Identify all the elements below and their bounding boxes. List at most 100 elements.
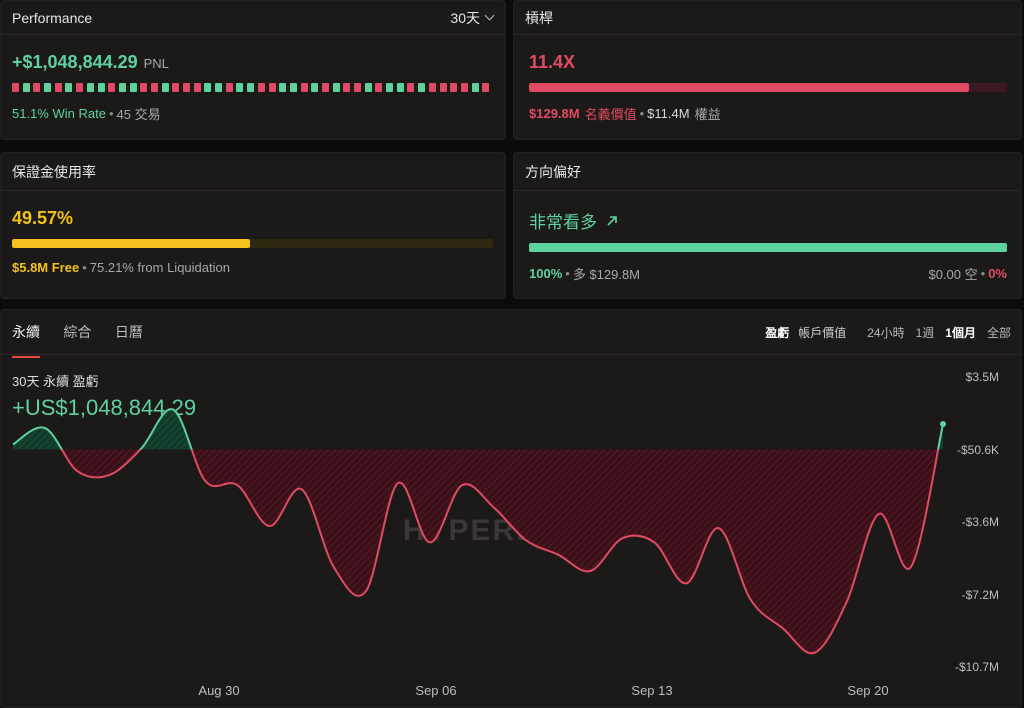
trade-win-square xyxy=(44,83,52,92)
trade-loss-square xyxy=(354,83,361,92)
trade-loss-square xyxy=(172,83,180,92)
trade-loss-square xyxy=(268,83,276,92)
leverage-value: 11.4X xyxy=(529,52,576,72)
trade-win-square xyxy=(118,83,126,92)
trade-loss-square xyxy=(183,83,190,92)
pnl-area xyxy=(12,408,946,655)
last-point-marker xyxy=(940,420,946,427)
trade-loss-square xyxy=(12,83,19,92)
profit-area xyxy=(13,409,943,450)
margin-bar xyxy=(12,239,493,248)
trade-win-square xyxy=(22,83,30,92)
trade-win-square xyxy=(215,83,223,92)
tabs-divider xyxy=(1,354,1021,355)
pnl-unit: PNL xyxy=(143,56,169,71)
trade-loss-square xyxy=(460,83,468,92)
trade-loss-square xyxy=(193,83,201,92)
trade-loss-square xyxy=(439,83,447,92)
y-tick-label: -$50.6K xyxy=(956,442,999,457)
trade-win-square xyxy=(97,83,105,92)
trade-loss-square xyxy=(450,83,458,92)
x-tick-label: Aug 30 xyxy=(198,683,240,698)
margin-card: 保證金使用率 49.57% $5.8M Free • 75.21% from L… xyxy=(0,152,506,299)
free-margin: $5.8M Free xyxy=(12,260,80,275)
trade-win-square xyxy=(161,83,169,92)
trade-count: 45 交易 xyxy=(116,107,161,122)
tab-calendar[interactable]: 日曆 xyxy=(115,322,143,356)
leverage-bar xyxy=(529,83,1007,92)
trade-loss-square xyxy=(54,83,62,92)
period-dropdown[interactable]: 30天 xyxy=(450,8,495,28)
long-percent: 100% xyxy=(529,266,563,281)
separator-dot: • xyxy=(639,106,645,121)
x-tick-label: Sep 06 xyxy=(415,683,457,698)
leverage-header: 槓桿 xyxy=(514,1,1021,35)
win-rate: 51.1% Win Rate xyxy=(12,106,106,121)
trade-win-square xyxy=(289,83,297,92)
margin-usage-value: 49.57% xyxy=(12,208,74,228)
pnl-chart: HYPERDASH xyxy=(12,408,946,655)
chart-tabs: 永續 綜合 日曆 xyxy=(12,322,162,358)
chart-panel: 永續 綜合 日曆 盈虧 帳戶價值 24小時 1週 1個月 全部 30天 永續 盈… xyxy=(0,309,1022,708)
tab-perpetual[interactable]: 永續 xyxy=(12,322,40,358)
short-amount: $0.00 空 xyxy=(928,267,978,282)
separator-dot: • xyxy=(980,266,986,281)
toggle-pnl[interactable]: 盈虧 xyxy=(765,324,789,341)
trade-win-square xyxy=(418,83,426,92)
trade-win-square xyxy=(396,83,404,92)
bias-header: 方向偏好 xyxy=(514,153,1021,191)
margin-header: 保證金使用率 xyxy=(1,153,505,191)
performance-card: Performance 30天 +$1,048,844.29 PNL 51.1%… xyxy=(0,0,506,140)
pnl-line-positive xyxy=(12,408,944,450)
loss-area xyxy=(13,449,943,654)
y-tick-label: -$10.7M xyxy=(954,660,999,674)
trade-loss-square xyxy=(108,83,116,92)
notional-amount: $129.8M xyxy=(529,106,580,121)
range-24h[interactable]: 24小時 xyxy=(867,324,904,341)
trade-win-square xyxy=(247,83,255,92)
trade-loss-square xyxy=(300,83,308,92)
trade-win-square xyxy=(129,83,137,92)
trade-win-square xyxy=(204,83,212,92)
tab-overview[interactable]: 綜合 xyxy=(63,322,91,356)
leverage-card: 槓桿 11.4X $129.8M 名義價值 • $11.4M 權益 xyxy=(513,0,1022,140)
trade-win-square xyxy=(364,83,372,92)
chart-caption: 30天 永續 盈虧 xyxy=(12,374,99,389)
pnl-line-negative xyxy=(60,449,940,655)
x-tick-label: Sep 20 xyxy=(847,683,889,698)
period-value: 30天 xyxy=(450,9,480,26)
separator-dot: • xyxy=(565,266,570,281)
range-all[interactable]: 全部 xyxy=(987,324,1011,341)
leverage-title: 槓桿 xyxy=(525,9,553,26)
x-tick-label: Sep 13 xyxy=(631,683,673,698)
leverage-bar-fill xyxy=(529,83,969,92)
y-tick-label: -$7.2M xyxy=(961,587,999,602)
trade-win-square xyxy=(65,83,73,92)
trade-loss-square xyxy=(150,83,158,92)
toggle-account-value[interactable]: 帳戶價值 xyxy=(798,324,846,341)
range-1w[interactable]: 1週 xyxy=(916,324,935,341)
liquidation-distance: 75.21% from Liquidation xyxy=(89,260,230,275)
pnl-value: +$1,048,844.29 xyxy=(12,52,138,72)
bias-bar xyxy=(529,243,1007,252)
trade-outcome-strip xyxy=(12,83,493,92)
trade-loss-square xyxy=(321,83,329,92)
notional-label: 名義價值 xyxy=(584,107,637,122)
trade-loss-square xyxy=(257,83,265,92)
equity-amount: $11.4M xyxy=(647,106,690,121)
bias-value: 非常看多 xyxy=(529,213,597,232)
trade-win-square xyxy=(332,83,340,92)
trade-loss-square xyxy=(33,83,41,92)
y-tick-label: -$3.6M xyxy=(961,515,999,529)
trade-loss-square xyxy=(225,83,233,92)
trade-win-square xyxy=(86,83,94,92)
y-tick-label: $3.5M xyxy=(965,370,999,384)
trade-loss-square xyxy=(482,83,490,92)
trade-loss-square xyxy=(407,83,415,92)
separator-dot: • xyxy=(108,106,114,121)
range-1m[interactable]: 1個月 xyxy=(945,324,976,341)
trade-win-square xyxy=(386,83,394,92)
trade-loss-square xyxy=(428,83,436,92)
margin-title: 保證金使用率 xyxy=(12,163,96,180)
trade-win-square xyxy=(236,83,244,92)
